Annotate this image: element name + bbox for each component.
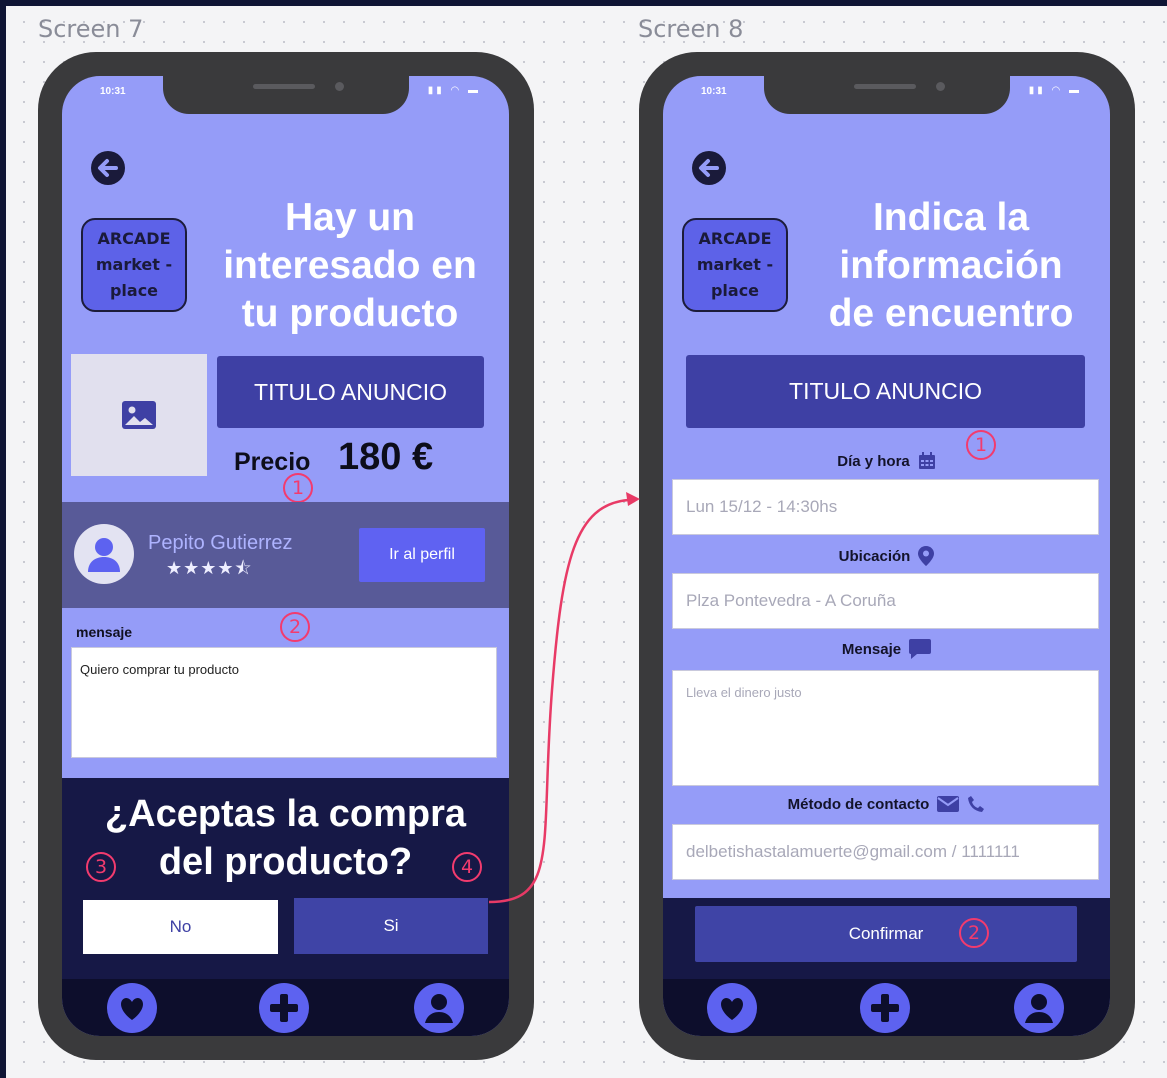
annotation-marker-2: 2	[280, 612, 310, 642]
go-to-profile-button[interactable]: Ir al perfil	[359, 528, 485, 582]
status-time: 10:31	[701, 86, 727, 97]
phone-display: 10:31 ▮▮ ◠ ▬ ARCADE market - place Indic…	[663, 76, 1110, 1036]
status-icons: ▮▮ ◠ ▬	[1028, 85, 1082, 96]
annotation-marker-3: 3	[86, 852, 116, 882]
page-title: Indica la información de encuentro	[828, 196, 1074, 335]
date-time-field[interactable]: Lun 15/12 - 14:30hs	[672, 479, 1099, 535]
screen-7-label: Screen 7	[38, 15, 144, 43]
screen-8-label: Screen 8	[638, 15, 744, 43]
user-name: Pepito Gutierrez	[148, 532, 293, 554]
location-label: Ubicación	[663, 546, 1110, 566]
annotation-marker-2: 2	[959, 918, 989, 948]
user-circle-icon[interactable]	[1013, 982, 1065, 1034]
message-label: Mensaje	[663, 639, 1110, 659]
avatar	[74, 524, 134, 584]
ad-title: TITULO ANUNCIO	[217, 356, 484, 428]
confirm-panel: Confirmar 2	[663, 898, 1110, 982]
product-image-placeholder	[71, 354, 207, 476]
bottom-nav	[663, 979, 1110, 1036]
status-icons: ▮▮ ◠ ▬	[427, 85, 481, 96]
rating-stars: ★★★★⯪	[166, 558, 253, 578]
image-icon	[122, 401, 156, 429]
confirm-button[interactable]: Confirmar	[695, 906, 1077, 962]
back-arrow-icon[interactable]	[90, 150, 126, 186]
envelope-icon	[937, 796, 960, 812]
user-icon	[88, 538, 120, 572]
plus-circle-icon[interactable]	[859, 982, 911, 1034]
user-circle-icon[interactable]	[413, 982, 465, 1034]
contact-field[interactable]: delbetishastalamuerte@gmail.com / 111111…	[672, 824, 1099, 880]
accept-question: ¿Aceptas la compra del producto?	[104, 793, 467, 883]
yes-button[interactable]: Si	[294, 898, 488, 954]
arcade-logo: ARCADE market - place	[682, 218, 788, 312]
phone-display: 10:31 ▮▮ ◠ ▬ ARCADE market - place Hay u…	[62, 76, 509, 1036]
plus-circle-icon[interactable]	[258, 982, 310, 1034]
calendar-icon	[918, 452, 935, 469]
no-button[interactable]: No	[83, 900, 278, 954]
annotation-marker-4: 4	[452, 852, 482, 882]
heart-icon[interactable]	[106, 982, 158, 1034]
price-value: 180 €	[338, 436, 434, 478]
contact-method-label: Método de contacto	[663, 795, 1110, 813]
heart-icon[interactable]	[706, 982, 758, 1034]
message-textarea[interactable]: Quiero comprar tu producto	[71, 647, 497, 758]
seller-profile-band: Pepito Gutierrez ★★★★⯪ Ir al perfil	[62, 502, 509, 608]
phone-icon	[968, 796, 985, 812]
phone-frame-screen-8: 10:31 ▮▮ ◠ ▬ ARCADE market - place Indic…	[639, 52, 1135, 1060]
phone-frame-screen-7: 10:31 ▮▮ ◠ ▬ ARCADE market - place Hay u…	[38, 52, 534, 1060]
back-arrow-icon[interactable]	[691, 150, 727, 186]
annotation-marker-1: 1	[283, 473, 313, 503]
chat-bubble-icon	[909, 639, 932, 659]
accept-purchase-panel: ¿Aceptas la compra del producto? 3 4 No …	[62, 778, 509, 982]
location-pin-icon	[918, 546, 935, 566]
bottom-nav	[62, 979, 509, 1036]
phone-notch	[163, 76, 409, 114]
message-label: mensaje	[76, 624, 133, 640]
message-textarea[interactable]: Lleva el dinero justo	[672, 670, 1099, 786]
location-field[interactable]: Plza Pontevedra - A Coruña	[672, 573, 1099, 629]
arcade-logo: ARCADE market - place	[81, 218, 187, 312]
status-time: 10:31	[100, 86, 126, 97]
date-time-label: Día y hora	[663, 452, 1110, 470]
page-title: Hay un interesado en tu producto	[223, 196, 477, 335]
ad-title: TITULO ANUNCIO	[686, 355, 1085, 428]
phone-notch	[764, 76, 1010, 114]
